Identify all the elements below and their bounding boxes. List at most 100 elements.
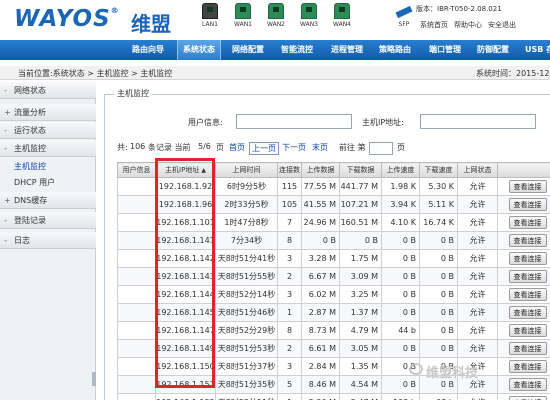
ip-cell: 192.168.1.142 [155, 249, 216, 268]
watermark: 维盟科技 [426, 366, 479, 381]
column-header-7[interactable]: 上传速度 [381, 162, 420, 178]
status-cell: 允许 [457, 321, 498, 340]
host-ip-input[interactable] [420, 114, 536, 129]
ip-cell: 192.168.1.92 [155, 177, 216, 196]
column-header-label: 上传速度 [386, 166, 415, 174]
online-time-cell: 2时33分5秒 [215, 195, 278, 214]
upload-data-cell: 2.87 M [301, 303, 340, 322]
download-data-cell: 3.09 M [339, 267, 382, 286]
view-connections-button[interactable]: 查看连接 [508, 306, 547, 319]
connections-cell: 105 [277, 195, 302, 214]
page-suffix: 页 [216, 143, 224, 152]
upload-data-cell: 0 B [301, 231, 340, 250]
sidebar-collapse-handle[interactable] [92, 372, 96, 386]
user-info-cell [117, 375, 156, 394]
sort-ascending-icon: ▲ [201, 167, 206, 174]
action-cell: 查看连接 [497, 177, 550, 196]
view-connections-button[interactable]: 查看连接 [508, 342, 547, 355]
view-connections-button[interactable]: 查看连接 [508, 288, 547, 301]
help-link[interactable]: 帮助中心 [454, 21, 482, 29]
action-cell: 查看连接 [497, 285, 550, 304]
sidebar-subitem-2[interactable]: DHCP 用户 [14, 177, 55, 188]
goto-page-input[interactable] [369, 142, 393, 155]
system-time: 系统时间：2015-12- [476, 69, 550, 78]
port-1: LAN1 [196, 3, 224, 28]
sidebar-group-2[interactable]: + 流量分析 [0, 104, 96, 121]
port-2: WAN1 [229, 3, 257, 28]
last-page-link[interactable]: 末页 [312, 142, 328, 153]
sidebar-group-6[interactable]: - 登陆记录 [0, 212, 96, 229]
column-header-label: 上网状态 [463, 166, 492, 174]
column-header-3[interactable]: 上网时间 [215, 162, 278, 178]
column-header-5[interactable]: 上传数据 [301, 162, 340, 178]
sidebar-group-7[interactable]: - 日志 [0, 232, 96, 249]
connections-cell: 1 [277, 393, 302, 400]
nav-item-8[interactable]: 防御配置 [472, 40, 514, 60]
download-data-cell: 107.21 M [339, 195, 382, 214]
nav-item-9[interactable]: USB 存 [520, 40, 550, 60]
action-cell: 查看连接 [497, 267, 550, 286]
sidebar-group-3[interactable]: - 运行状态 [0, 122, 96, 139]
view-connections-button[interactable]: 查看连接 [508, 216, 547, 229]
sidebar-group-label: 日志 [14, 236, 30, 245]
port-label: WAN4 [332, 21, 351, 28]
online-time-cell: 天8时52分29秒 [215, 321, 278, 340]
nav-item-4[interactable]: 智能流控 [276, 40, 318, 60]
column-header-8[interactable]: 下载速度 [419, 162, 458, 178]
collapse-icon: - [4, 86, 7, 95]
connections-cell: 2 [277, 267, 302, 286]
sidebar-group-1[interactable]: - 网络状态 [0, 82, 96, 99]
sfp-icon [394, 3, 414, 19]
nav-item-2[interactable]: 系统状态 [177, 40, 221, 60]
view-connections-button[interactable]: 查看连接 [508, 270, 547, 283]
first-page-link[interactable]: 首页 [229, 142, 245, 153]
online-time-cell: 1时47分8秒 [215, 213, 278, 232]
firmware-version: 版本：IBR-T050-2.08.021 [416, 5, 502, 13]
connections-cell: 3 [277, 249, 302, 268]
view-connections-button[interactable]: 查看连接 [508, 252, 547, 265]
nav-item-6[interactable]: 策略路由 [374, 40, 416, 60]
view-connections-button[interactable]: 查看连接 [508, 180, 547, 193]
upload-data-cell: 6.67 M [301, 267, 340, 286]
view-connections-button[interactable]: 查看连接 [508, 360, 547, 373]
table-row: 192.168.1.149 天8时51分53秒 2 6.61 M 3.05 M0 B0 … [117, 339, 550, 358]
download-data-cell: 3.05 M [339, 339, 382, 358]
prev-page-link[interactable]: 上一页 [249, 142, 279, 155]
nav-item-7[interactable]: 端口管理 [424, 40, 466, 60]
sidebar-group-5[interactable]: + DNS缓存 [0, 192, 96, 209]
user-info-cell [117, 393, 156, 400]
view-connections-button[interactable]: 查看连接 [508, 378, 547, 391]
status-cell: 允许 [457, 339, 498, 358]
view-connections-button[interactable]: 查看连接 [508, 396, 547, 400]
user-info-cell [117, 285, 156, 304]
nav-item-5[interactable]: 进程管理 [326, 40, 368, 60]
download-data-cell: 3.25 M [339, 285, 382, 304]
column-header-10[interactable] [497, 162, 550, 178]
sidebar-group-4[interactable]: - 主机监控 [0, 140, 96, 157]
action-cell: 查看连接 [497, 231, 550, 250]
upload-data-cell: 8.73 M [301, 321, 340, 340]
view-connections-button[interactable]: 查看连接 [508, 198, 547, 211]
column-header-6[interactable]: 下载数据 [339, 162, 382, 178]
view-connections-button[interactable]: 查看连接 [508, 324, 547, 337]
ip-cell: 192.168.1.96 [155, 195, 216, 214]
status-cell: 允许 [457, 393, 498, 400]
home-link[interactable]: 系统首页 [420, 21, 448, 29]
sidebar-subitem-1[interactable]: 主机监控 [14, 161, 46, 172]
user-info-input[interactable] [236, 114, 352, 129]
status-cell: 允许 [457, 213, 498, 232]
view-connections-button[interactable]: 查看连接 [508, 234, 547, 247]
logout-link[interactable]: 安全退出 [488, 21, 516, 29]
next-page-link[interactable]: 下一页 [282, 142, 306, 153]
column-header-1[interactable]: 用户信息 [117, 162, 156, 178]
column-header-2[interactable]: 主机IP地址 ▲ [155, 162, 216, 178]
download-data-cell: 1.37 M [339, 303, 382, 322]
connections-cell: 115 [277, 177, 302, 196]
nav-item-3[interactable]: 网络配置 [227, 40, 269, 60]
status-cell: 允许 [457, 303, 498, 322]
column-header-4[interactable]: 连接数 [277, 162, 302, 178]
column-header-9[interactable]: 上网状态 [457, 162, 498, 178]
online-time-cell: 6时9分5秒 [215, 177, 278, 196]
nav-item-1[interactable]: 路由向导 [127, 40, 169, 60]
table-row: 192.168.1.92 6时9分5秒 115 77.55 M 441.77 M 1.98… [117, 177, 550, 196]
